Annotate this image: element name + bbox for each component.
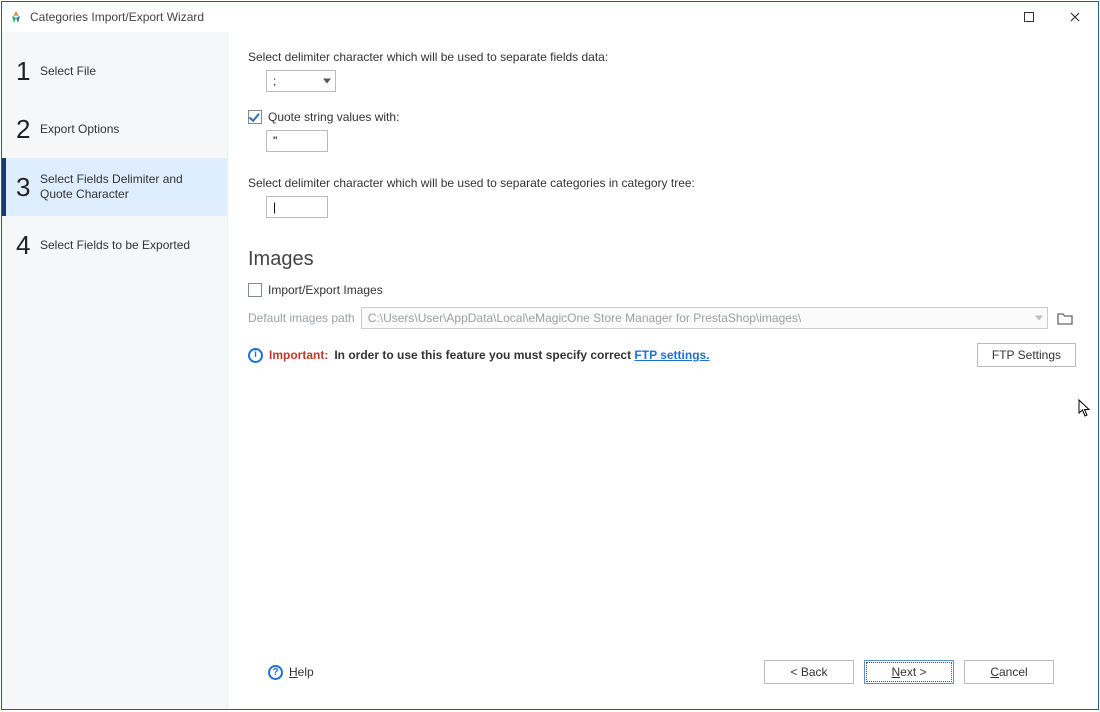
tree-delimiter-section: Select delimiter character which will be… (248, 176, 1076, 218)
next-button[interactable]: Next > (864, 660, 954, 684)
back-button[interactable]: < Back (764, 660, 854, 684)
quote-char-input[interactable] (266, 130, 328, 152)
ftp-settings-link[interactable]: FTP settings. (634, 348, 709, 362)
images-heading: Images (248, 248, 1076, 271)
main-panel: Select delimiter character which will be… (228, 32, 1098, 709)
step-number: 2 (16, 114, 40, 145)
info-icon: i (248, 348, 263, 363)
back-button-label: < Back (790, 665, 827, 679)
window-controls (1006, 2, 1098, 32)
cancel-button-label: Cancel (990, 665, 1027, 679)
quote-checkbox-label: Quote string values with: (268, 110, 399, 124)
quote-checkbox[interactable] (248, 110, 262, 124)
images-section: Images Import/Export Images Default imag… (248, 248, 1076, 367)
field-delimiter-value: ; (273, 74, 276, 88)
step-4[interactable]: 4 Select Fields to be Exported (2, 216, 227, 274)
tree-delimiter-input[interactable] (266, 196, 328, 218)
step-number: 4 (16, 230, 40, 261)
app-icon (8, 9, 24, 25)
body: 1 Select File 2 Export Options 3 Select … (2, 32, 1098, 709)
chevron-down-icon (1035, 316, 1043, 321)
step-number: 1 (16, 56, 40, 87)
maximize-button[interactable] (1006, 2, 1052, 32)
step-2[interactable]: 2 Export Options (2, 100, 227, 158)
cancel-button[interactable]: Cancel (964, 660, 1054, 684)
browse-folder-button[interactable] (1054, 307, 1076, 329)
tree-delimiter-label: Select delimiter character which will be… (248, 176, 1076, 190)
step-label: Select Fields to be Exported (40, 238, 190, 253)
import-export-images-label: Import/Export Images (268, 283, 383, 297)
help-link[interactable]: ? Help (268, 665, 314, 680)
default-images-path-value: C:\Users\User\AppData\Local\eMagicOne St… (368, 311, 802, 325)
wizard-window: Categories Import/Export Wizard 1 Select… (1, 1, 1099, 710)
important-label: Important: (269, 348, 328, 362)
chevron-down-icon (323, 79, 331, 84)
important-text: In order to use this feature you must sp… (334, 348, 709, 362)
step-label: Select Fields Delimiter and Quote Charac… (40, 172, 210, 202)
window-title: Categories Import/Export Wizard (30, 10, 204, 24)
step-1[interactable]: 1 Select File (2, 42, 227, 100)
wizard-footer: ? Help < Back Next > Cancel (248, 649, 1076, 695)
content-area: Select delimiter character which will be… (248, 50, 1076, 649)
step-3[interactable]: 3 Select Fields Delimiter and Quote Char… (2, 158, 227, 216)
import-export-images-checkbox[interactable] (248, 283, 262, 297)
help-label: Help (289, 665, 314, 679)
step-number: 3 (16, 172, 40, 203)
titlebar: Categories Import/Export Wizard (2, 2, 1098, 32)
next-button-label: Next > (891, 665, 926, 679)
close-button[interactable] (1052, 2, 1098, 32)
ftp-settings-button[interactable]: FTP Settings (977, 343, 1076, 367)
step-label: Export Options (40, 122, 119, 137)
default-images-path-label: Default images path (248, 311, 355, 325)
default-images-path-input[interactable]: C:\Users\User\AppData\Local\eMagicOne St… (361, 307, 1048, 329)
quote-section: Quote string values with: (248, 110, 1076, 152)
wizard-steps-sidebar: 1 Select File 2 Export Options 3 Select … (2, 32, 228, 709)
help-icon: ? (268, 665, 283, 680)
field-delimiter-section: Select delimiter character which will be… (248, 50, 1076, 92)
step-label: Select File (40, 64, 96, 79)
field-delimiter-combo[interactable]: ; (266, 70, 336, 92)
field-delimiter-label: Select delimiter character which will be… (248, 50, 1076, 64)
